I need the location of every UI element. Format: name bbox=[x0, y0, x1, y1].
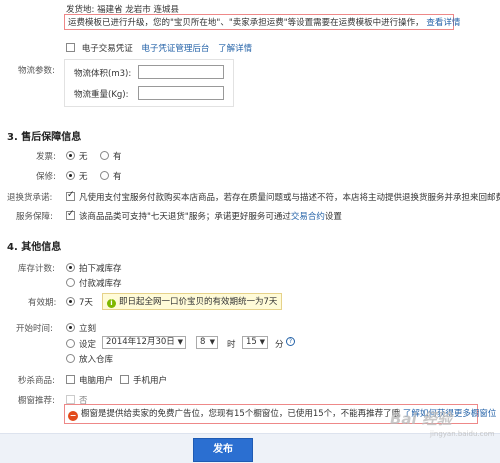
return-text: 凡使用支付宝服务付款购买本店商品，若存在质量问题或与描述不符，本店将主动提供退换… bbox=[79, 193, 500, 203]
watermark-logo: Bai 经验 bbox=[390, 410, 452, 428]
mobile-user-checkbox[interactable] bbox=[120, 375, 129, 384]
volume-label: 物流体积(m3): bbox=[74, 69, 132, 79]
section-title-other-info: 4. 其他信息 bbox=[7, 242, 62, 253]
validity-option[interactable]: 7天 bbox=[66, 296, 93, 308]
warranty-no-text: 无 bbox=[79, 172, 88, 182]
guarantee-text-post: 设置 bbox=[324, 212, 342, 222]
warehouse-option[interactable]: 放入仓库 bbox=[66, 353, 113, 365]
warehouse-text: 放入仓库 bbox=[79, 355, 114, 365]
showcase-label: 橱窗推荐: bbox=[18, 396, 55, 406]
stock-label: 库存计数: bbox=[18, 264, 55, 274]
hour-unit: 时 bbox=[227, 340, 236, 350]
invoice-yes-text: 有 bbox=[113, 152, 122, 162]
flash-sale-label: 秒杀商品: bbox=[18, 376, 55, 386]
chevron-down-icon: ▼ bbox=[259, 338, 265, 346]
minute-unit: 分 bbox=[275, 340, 284, 350]
validity-label: 有效期: bbox=[28, 298, 57, 308]
stock-opt1-option[interactable]: 拍下减库存 bbox=[66, 262, 122, 274]
stock-opt2-text: 付款减库存 bbox=[79, 279, 122, 289]
e-voucher-label: 电子交易凭证 bbox=[81, 44, 133, 54]
validity-text: 7天 bbox=[79, 298, 93, 308]
e-voucher-checkbox[interactable] bbox=[66, 43, 75, 52]
stock-opt1-text: 拍下减库存 bbox=[79, 264, 122, 274]
chevron-down-icon: ▼ bbox=[177, 338, 183, 346]
stock-opt1-radio[interactable] bbox=[66, 263, 75, 272]
logistics-label: 物流参数: bbox=[18, 66, 55, 76]
showcase-notice-text: 橱窗是提供给卖家的免费广告位，您现有15个橱窗位，已使用15个，不能再推荐了哦 bbox=[81, 409, 401, 419]
e-voucher-row: 电子交易凭证 电子凭证管理后台 了解详情 bbox=[66, 42, 252, 54]
invoice-yes-radio[interactable] bbox=[100, 151, 109, 160]
validity-tip-text: 即日起全网一口价宝贝的有效期统一为7天 bbox=[119, 297, 278, 307]
warranty-yes-radio[interactable] bbox=[100, 171, 109, 180]
return-label: 退换货承诺: bbox=[7, 193, 53, 203]
return-row: 凡使用支付宝服务付款购买本店商品，若存在质量问题或与描述不符，本店将主动提供退换… bbox=[66, 190, 500, 203]
freight-notice-text: 运费模板已进行升级，您的"宝贝所在地"、"卖家承担运费"等设置需要在运费模板中进… bbox=[68, 18, 424, 28]
guarantee-row: 该商品品类可支持"七天退货"服务；承诺更好服务可通过交易合约设置 bbox=[66, 209, 342, 222]
invoice-no-text: 无 bbox=[79, 152, 88, 162]
start-now-radio[interactable] bbox=[66, 323, 75, 332]
start-set-text: 设定 bbox=[79, 340, 97, 350]
warranty-no-radio[interactable] bbox=[66, 171, 75, 180]
section-title-after-sales: 3. 售后保障信息 bbox=[7, 132, 82, 143]
start-now-text: 立刻 bbox=[79, 324, 97, 334]
warranty-yes-option[interactable]: 有 bbox=[100, 170, 122, 182]
start-date-value: 2014年12月30日 bbox=[106, 337, 175, 347]
start-minute-value: 15 bbox=[246, 337, 257, 347]
freight-notice-link[interactable]: 查看详情 bbox=[426, 18, 460, 28]
volume-input[interactable] bbox=[138, 65, 224, 79]
pc-user-checkbox[interactable] bbox=[66, 375, 75, 384]
mobile-user-text: 手机用户 bbox=[133, 376, 168, 386]
minus-icon: − bbox=[68, 411, 78, 421]
weight-label: 物流重量(Kg): bbox=[74, 90, 129, 100]
start-date-select[interactable]: 2014年12月30日 ▼ bbox=[102, 336, 186, 349]
e-voucher-more-link[interactable]: 了解详情 bbox=[218, 44, 252, 54]
warranty-label: 保修: bbox=[36, 172, 56, 182]
start-hour-select[interactable]: 8 ▼ bbox=[196, 336, 218, 349]
pc-user-text: 电脑用户 bbox=[79, 376, 114, 386]
validity-tip: i 即日起全网一口价宝贝的有效期统一为7天 bbox=[102, 293, 283, 310]
warranty-no-option[interactable]: 无 bbox=[66, 170, 88, 182]
start-set-option[interactable]: 设定 bbox=[66, 338, 96, 350]
info-icon: i bbox=[107, 299, 116, 308]
showcase-checkbox[interactable] bbox=[66, 395, 75, 404]
help-icon[interactable]: ? bbox=[286, 337, 295, 346]
mobile-user-option[interactable]: 手机用户 bbox=[120, 374, 167, 386]
publish-button[interactable]: 发布 bbox=[193, 438, 253, 462]
watermark-url: jingyan.baidu.com bbox=[430, 430, 495, 438]
trade-contract-link[interactable]: 交易合约 bbox=[291, 212, 325, 222]
warehouse-radio[interactable] bbox=[66, 354, 75, 363]
invoice-no-radio[interactable] bbox=[66, 151, 75, 160]
chevron-down-icon: ▼ bbox=[209, 338, 215, 346]
freight-upgrade-notice: 运费模板已进行升级，您的"宝贝所在地"、"卖家承担运费"等设置需要在运费模板中进… bbox=[64, 14, 460, 30]
stock-opt2-option[interactable]: 付款减库存 bbox=[66, 277, 122, 289]
stock-opt2-radio[interactable] bbox=[66, 278, 75, 287]
start-set-radio[interactable] bbox=[66, 339, 75, 348]
pc-user-option[interactable]: 电脑用户 bbox=[66, 374, 113, 386]
guarantee-checkbox[interactable] bbox=[66, 209, 75, 220]
start-minute-select[interactable]: 15 ▼ bbox=[242, 336, 268, 349]
start-time-label: 开始时间: bbox=[16, 324, 53, 334]
warranty-yes-text: 有 bbox=[113, 172, 122, 182]
validity-radio[interactable] bbox=[66, 297, 75, 306]
invoice-yes-option[interactable]: 有 bbox=[100, 150, 122, 162]
guarantee-text-pre: 该商品品类可支持"七天退货"服务；承诺更好服务可通过 bbox=[79, 212, 291, 222]
invoice-no-option[interactable]: 无 bbox=[66, 150, 88, 162]
invoice-label: 发票: bbox=[36, 152, 56, 162]
guarantee-label: 服务保障: bbox=[16, 212, 53, 222]
start-now-option[interactable]: 立刻 bbox=[66, 322, 96, 334]
return-checkbox[interactable] bbox=[66, 190, 75, 201]
weight-input[interactable] bbox=[138, 86, 224, 100]
start-hour-value: 8 bbox=[200, 337, 206, 347]
e-voucher-manage-link[interactable]: 电子凭证管理后台 bbox=[141, 44, 209, 54]
